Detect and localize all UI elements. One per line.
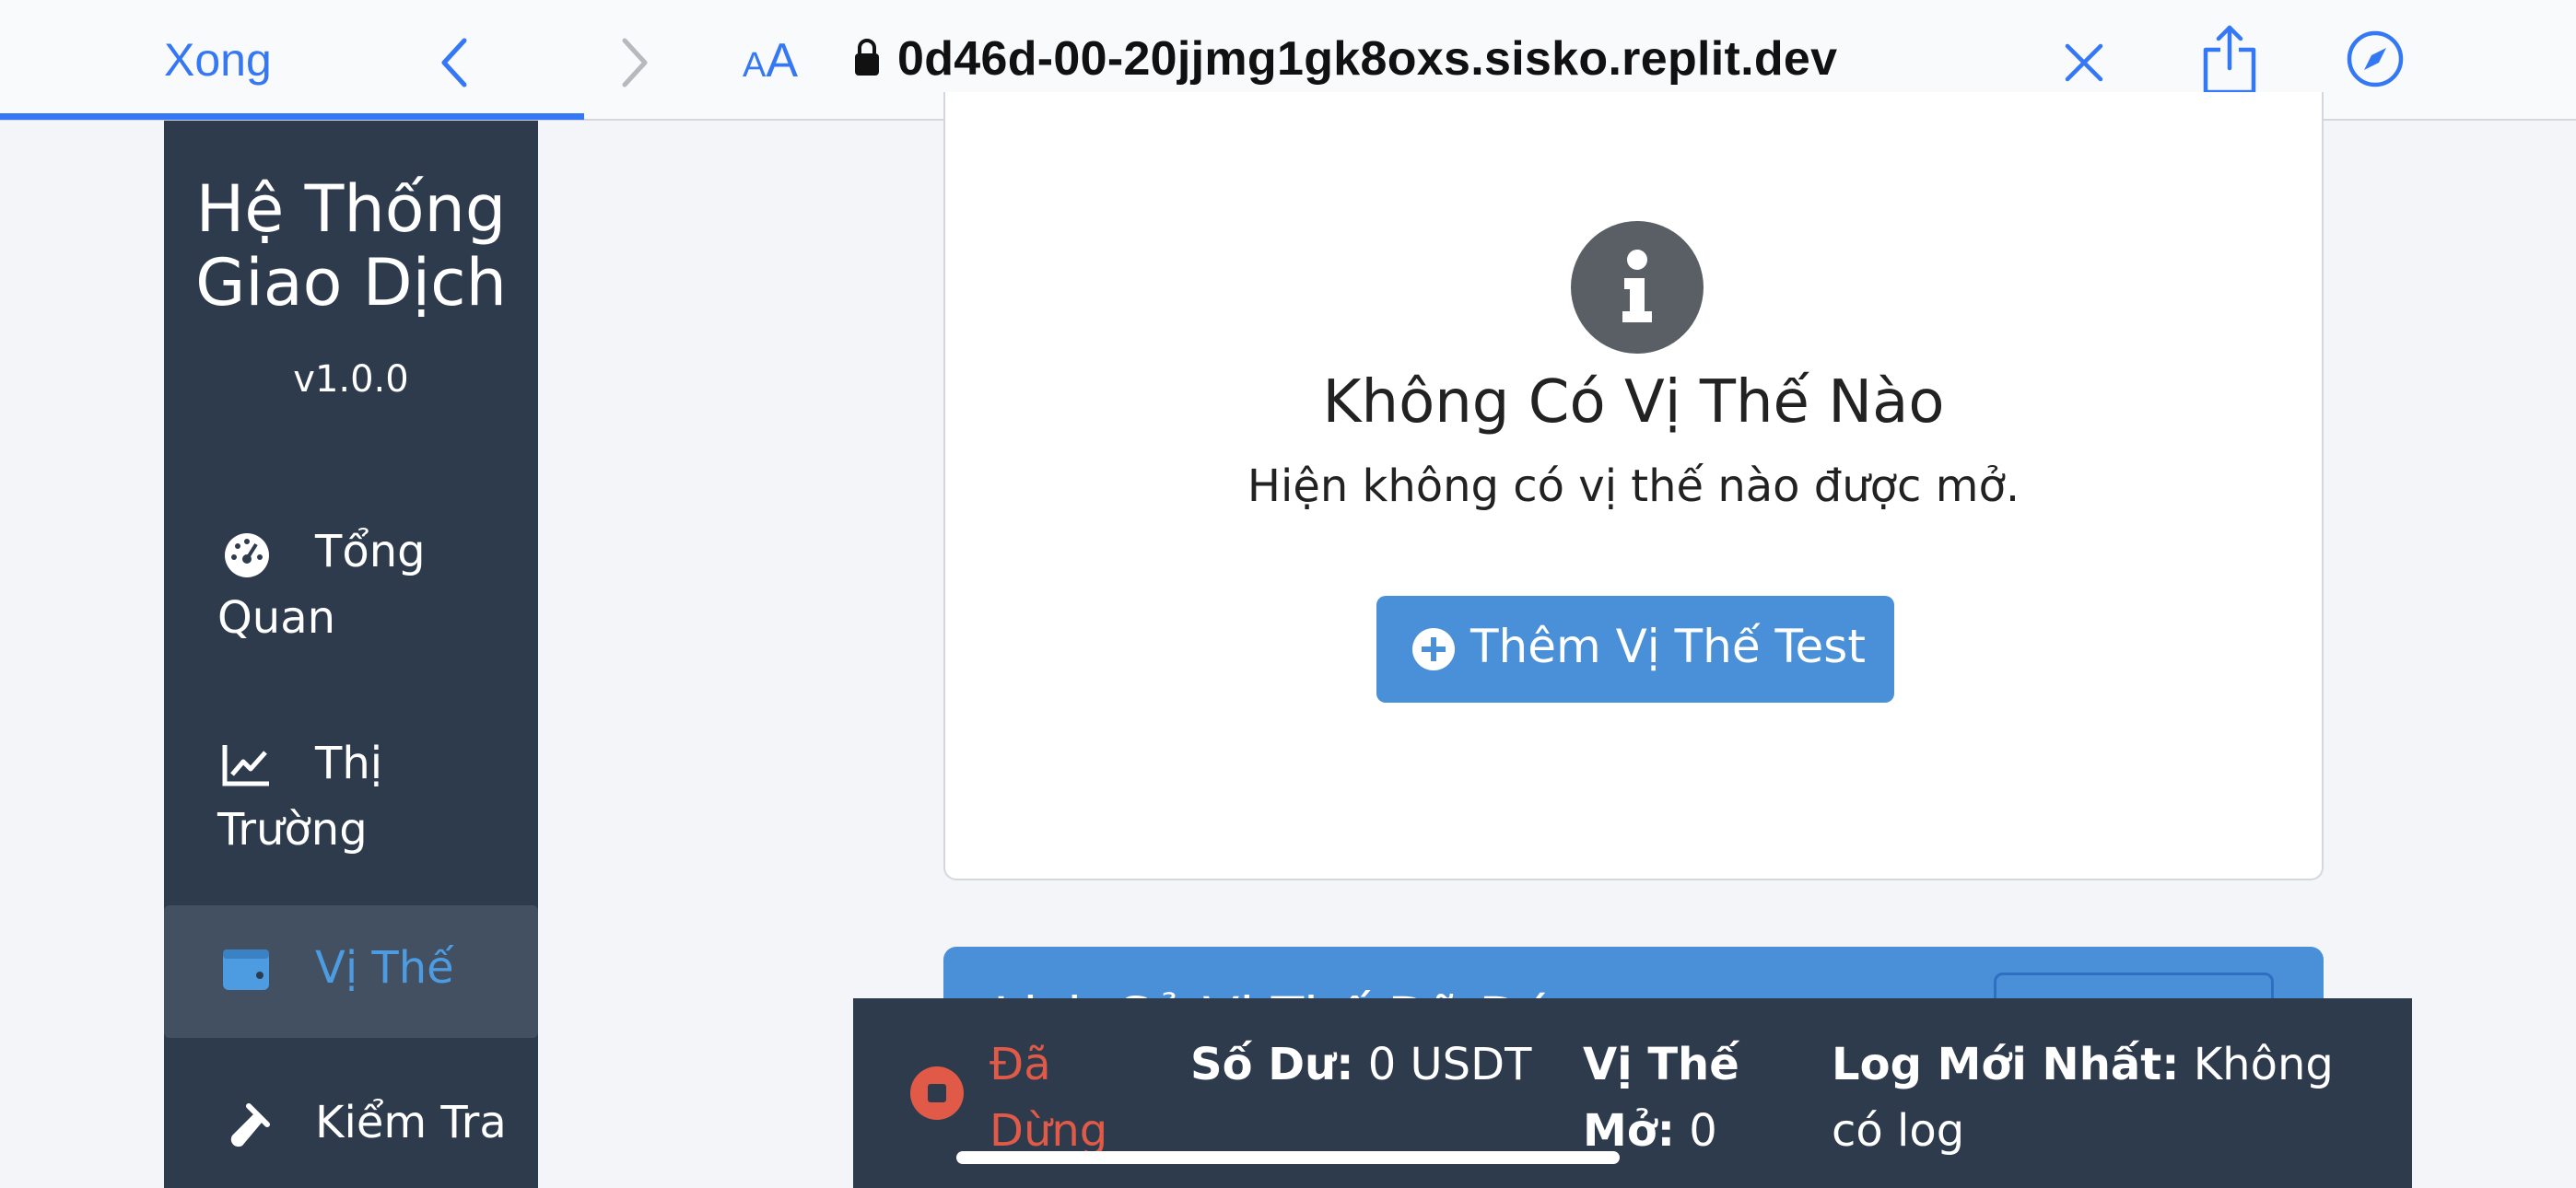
compass-icon[interactable] (2346, 29, 2405, 88)
balance-value: 0 USDT (1367, 1039, 1532, 1090)
text-size-small-label: A (743, 46, 767, 85)
latest-log-status: Log Mới Nhất: Không có log (1832, 1031, 2384, 1164)
sidebar-item-label: Kiểm Tra (315, 1097, 507, 1148)
sidebar-item-label: Vị Thế (315, 942, 454, 994)
open-positions-value: 0 (1689, 1105, 1717, 1157)
page-load-progress (0, 113, 584, 120)
app-title: Hệ Thống Giao Dịch (164, 172, 538, 320)
home-indicator[interactable] (956, 1151, 1620, 1164)
text-size-button[interactable]: AA (743, 33, 798, 88)
sidebar-item-label: Tổng Quan (217, 526, 426, 644)
add-test-position-button[interactable]: Thêm Vị Thế Test (1376, 596, 1894, 703)
balance-label: Số Dư: (1190, 1039, 1354, 1090)
open-positions-status: Vị Thế Mở: 0 (1583, 1031, 1767, 1164)
info-icon (1571, 221, 1704, 354)
stop-circle-icon (910, 1066, 964, 1120)
sidebar-item-positions[interactable]: Vị Thế (164, 905, 538, 1038)
forward-icon[interactable] (615, 35, 652, 90)
positions-card: Không Có Vị Thế Nào Hiện không có vị thế… (943, 92, 2324, 880)
plus-circle-icon (1412, 628, 1455, 670)
share-icon[interactable] (2200, 24, 2259, 96)
sidebar-item-overview[interactable]: Tổng Quan (164, 518, 538, 666)
done-button[interactable]: Xong (164, 33, 272, 87)
sidebar-item-label: Thị Trường (217, 738, 383, 856)
empty-state-message: Hiện không có vị thế nào được mở. (1247, 460, 2020, 512)
address-bar-url[interactable]: 0d46d-00-20jjmg1gk8oxs.sisko.replit.dev (897, 31, 1837, 87)
text-size-large-label: A (766, 34, 799, 87)
bot-status-text: Đã Dừng (989, 1039, 1108, 1157)
sidebar-item-market[interactable]: Thị Trường (164, 730, 538, 878)
app-version: v1.0.0 (293, 358, 409, 401)
latest-log-label: Log Mới Nhất: (1832, 1039, 2180, 1090)
close-icon[interactable] (2064, 42, 2104, 83)
empty-state-title: Không Có Vị Thế Nào (1322, 368, 1945, 437)
sidebar-item-testing[interactable]: Kiểm Tra (164, 1089, 538, 1188)
lock-icon (855, 39, 879, 76)
add-test-position-label: Thêm Vị Thế Test (1470, 620, 1866, 673)
balance-status: Số Dư: 0 USDT (1190, 1031, 1540, 1098)
app-title-line2: Giao Dịch (195, 245, 507, 320)
sidebar: Hệ Thống Giao Dịch v1.0.0 Tổng Quan Thị … (164, 121, 538, 1188)
back-icon[interactable] (437, 35, 474, 90)
app-title-line1: Hệ Thống (195, 171, 507, 247)
